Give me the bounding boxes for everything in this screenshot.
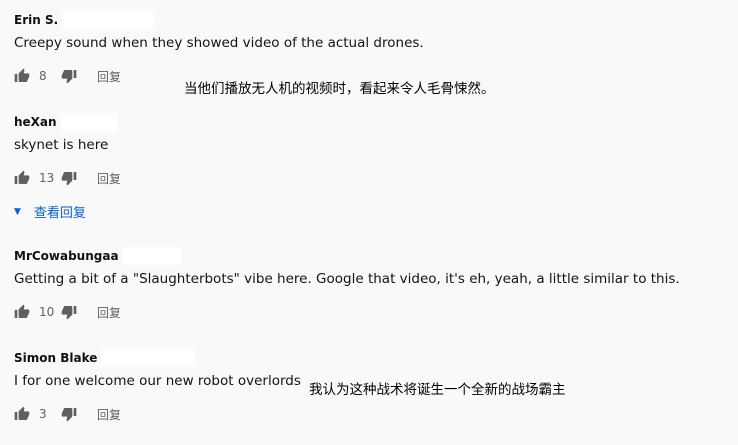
comment-actions: 3 回复 — [14, 405, 724, 423]
redaction-mask — [122, 247, 181, 265]
comment-text: Getting a bit of a "Slaughterbots" vibe … — [14, 271, 680, 287]
thumbs-down-icon[interactable] — [61, 406, 77, 422]
like-count: 8 — [39, 69, 47, 83]
thumbs-up-icon[interactable] — [14, 304, 30, 320]
view-replies-label: 查看回复 — [33, 206, 86, 221]
translation-annotation: 我认为这种战术将诞生一个全新的战场霸主 — [309, 382, 566, 398]
thumbs-up-icon[interactable] — [14, 170, 30, 186]
author-name[interactable]: Erin S. — [14, 13, 58, 27]
like-count: 3 — [39, 407, 47, 421]
reply-button[interactable]: 回复 — [97, 304, 121, 321]
reply-button[interactable]: 回复 — [97, 406, 121, 423]
comment-actions: 10 回复 — [14, 303, 724, 321]
caret-down-icon: ▼ — [14, 206, 21, 217]
comment-text: Creepy sound when they showed video of t… — [14, 35, 424, 51]
comment-header: heXan — [14, 113, 724, 131]
author-name[interactable]: MrCowabungaa — [14, 249, 119, 263]
like-count: 10 — [39, 305, 55, 319]
comment-actions: 13 回复 — [14, 169, 724, 187]
redaction-mask — [60, 113, 117, 131]
comment-header: MrCowabungaa — [14, 247, 724, 265]
author-name[interactable]: Simon Blake — [14, 351, 97, 365]
reply-button[interactable]: 回复 — [97, 68, 121, 85]
author-name[interactable]: heXan — [14, 115, 57, 129]
redaction-mask — [62, 11, 155, 29]
comment: Erin S. Creepy sound when they showed vi… — [14, 11, 724, 85]
like-count: 13 — [39, 171, 55, 185]
translation-annotation: 当他们播放无人机的视频时，看起来令人毛骨悚然。 — [184, 81, 495, 97]
redaction-mask — [101, 349, 196, 367]
comment-header: Simon Blake — [14, 349, 724, 367]
thumbs-up-icon[interactable] — [14, 406, 30, 422]
thumbs-up-icon[interactable] — [14, 68, 30, 84]
thumbs-down-icon[interactable] — [61, 68, 77, 84]
comment: MrCowabungaa Getting a bit of a "Slaught… — [14, 247, 724, 321]
thumbs-down-icon[interactable] — [61, 170, 77, 186]
view-replies-button[interactable]: ▼ 查看回复 — [14, 202, 86, 221]
comment-header: Erin S. — [14, 11, 724, 29]
comment-text: skynet is here — [14, 137, 109, 153]
comment: heXan skynet is here 13 回复 — [14, 113, 724, 187]
reply-button[interactable]: 回复 — [97, 170, 121, 187]
thumbs-down-icon[interactable] — [61, 304, 77, 320]
